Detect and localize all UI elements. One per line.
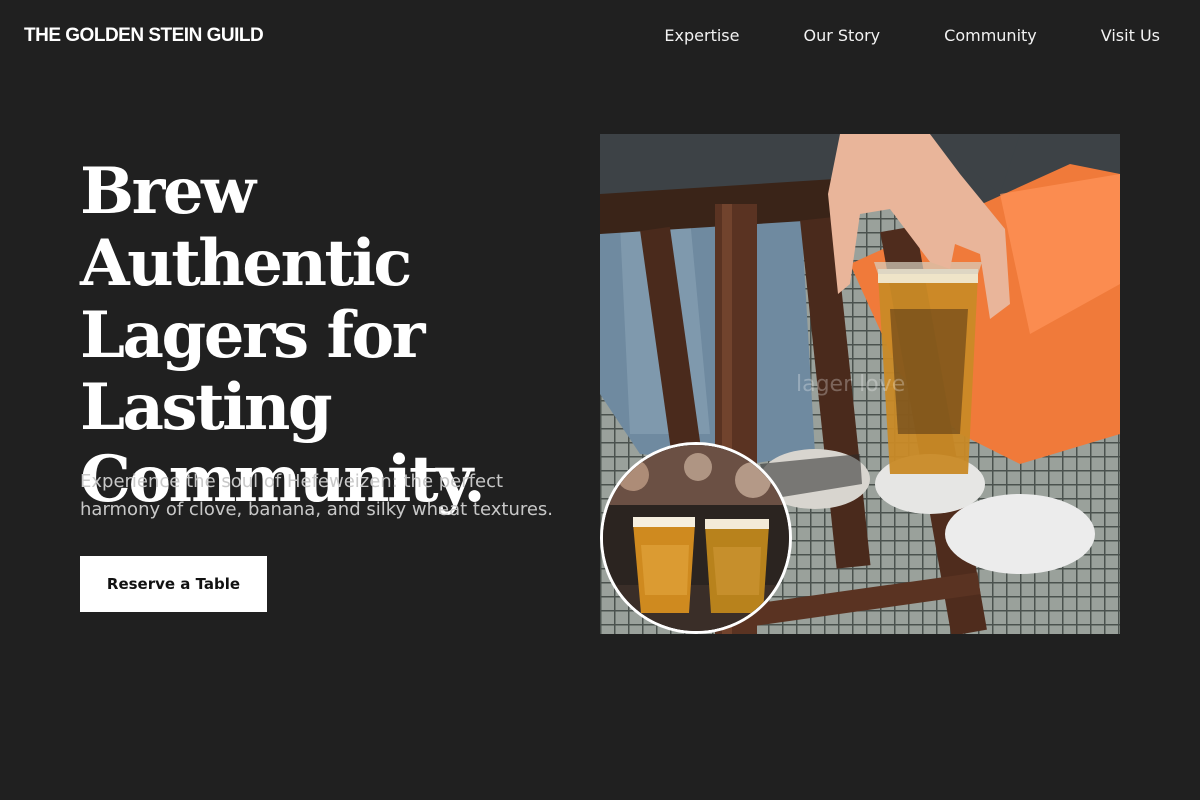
photo-watermark: lager love [796,372,906,397]
hero-title-line: Brew Authentic [80,154,412,301]
site-header: THE GOLDEN STEIN GUILD Expertise Our Sto… [0,0,1200,72]
inset-photo-beer-glasses [600,442,792,634]
brand-logo[interactable]: THE GOLDEN STEIN GUILD [24,24,264,48]
hero-subtitle: Experience the soul of Hefeweizen: the p… [80,471,554,520]
nav-link-visit-us[interactable]: Visit Us [1101,24,1160,48]
reserve-table-button[interactable]: Reserve a Table [80,556,267,612]
landing-page: THE GOLDEN STEIN GUILD Expertise Our Sto… [0,0,1200,800]
hero-title-line: Lagers for [80,298,425,373]
main-nav: Expertise Our Story Community Visit Us [664,24,1160,48]
nav-link-community[interactable]: Community [944,24,1037,48]
nav-link-expertise[interactable]: Expertise [664,24,739,48]
nav-link-our-story[interactable]: Our Story [803,24,880,48]
hero-title-line: Lasting [80,370,333,445]
hero-title: Brew Authentic Lagers for Lasting Commun… [80,156,600,516]
